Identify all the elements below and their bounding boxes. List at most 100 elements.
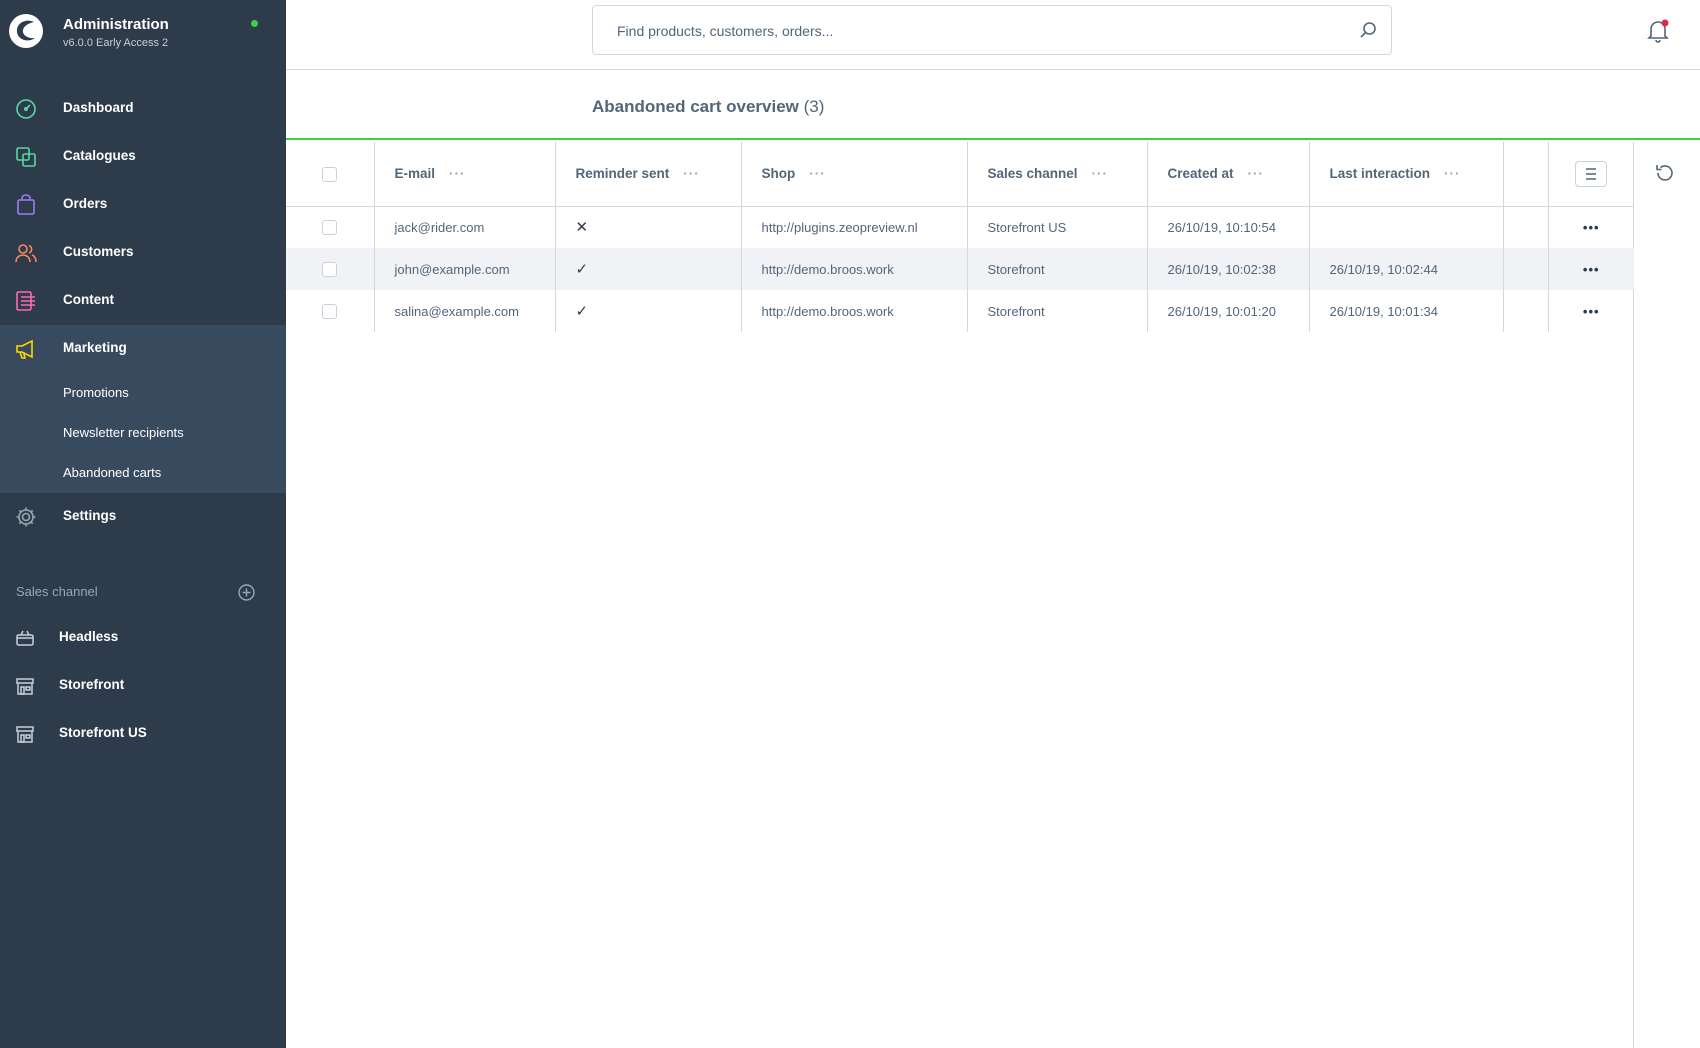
sales-channel-storefront[interactable]: Storefront bbox=[0, 664, 286, 708]
dashboard-icon bbox=[16, 99, 36, 119]
cell-last-interaction: 26/10/19, 10:01:34 bbox=[1309, 290, 1504, 332]
nav-orders-label: Orders bbox=[63, 196, 108, 211]
row-actions-icon[interactable]: ••• bbox=[1583, 220, 1600, 235]
column-created-menu-icon[interactable]: ··· bbox=[1248, 166, 1265, 181]
column-last-menu-icon[interactable]: ··· bbox=[1444, 166, 1461, 181]
cell-shop: http://demo.broos.work bbox=[741, 290, 968, 332]
sales-channel-heading: Sales channel bbox=[16, 584, 98, 599]
column-reminder-label: Reminder sent bbox=[575, 166, 670, 182]
row-actions-icon[interactable]: ••• bbox=[1583, 304, 1600, 319]
table-header-row: E-mail ··· Reminder sent ··· Shop ··· Sales… bbox=[286, 142, 1634, 207]
cell-spacer bbox=[1503, 248, 1549, 290]
cell-shop: http://demo.broos.work bbox=[741, 248, 968, 290]
users-icon bbox=[15, 244, 37, 263]
cell-shop: http://plugins.zeopreview.nl bbox=[741, 206, 968, 248]
page-title-text: Abandoned cart overview bbox=[592, 97, 799, 116]
gear-icon bbox=[16, 507, 36, 527]
content-icon bbox=[16, 291, 35, 311]
app-title: Administration bbox=[63, 16, 169, 33]
row-checkbox[interactable] bbox=[322, 262, 338, 278]
table-row[interactable]: john@example.com ✓ http://demo.broos.wor… bbox=[286, 248, 1634, 290]
nav-catalogues-label: Catalogues bbox=[63, 148, 136, 163]
megaphone-icon bbox=[16, 339, 33, 359]
row-checkbox[interactable] bbox=[322, 304, 338, 320]
global-search bbox=[592, 5, 1392, 55]
add-sales-channel-icon[interactable] bbox=[238, 584, 255, 601]
nav-content[interactable]: Content bbox=[0, 277, 286, 325]
column-header-last-interaction[interactable]: Last interaction ··· bbox=[1309, 142, 1504, 207]
column-header-reminder-sent[interactable]: Reminder sent ··· bbox=[555, 142, 742, 207]
cell-created-at: 26/10/19, 10:01:20 bbox=[1147, 290, 1310, 332]
cell-created-at: 26/10/19, 10:02:38 bbox=[1147, 248, 1310, 290]
cell-sales-channel: Storefront bbox=[967, 290, 1148, 332]
column-email-label: E-mail bbox=[394, 166, 436, 182]
column-header-sales-channel[interactable]: Sales channel ··· bbox=[967, 142, 1148, 207]
cell-email[interactable]: salina@example.com bbox=[374, 290, 556, 332]
shopware-logo-icon[interactable] bbox=[8, 13, 44, 49]
nav-catalogues[interactable]: Catalogues bbox=[0, 133, 286, 181]
cell-reminder-yes-icon: ✓ bbox=[555, 290, 742, 332]
nav-dashboard-label: Dashboard bbox=[63, 100, 134, 115]
online-status-dot bbox=[251, 20, 258, 27]
cell-reminder-yes-icon: ✓ bbox=[555, 248, 742, 290]
nav-marketing[interactable]: Marketing bbox=[0, 325, 286, 373]
column-header-email[interactable]: E-mail ··· bbox=[374, 142, 556, 207]
nav-marketing-label: Marketing bbox=[63, 340, 127, 355]
column-settings-cell bbox=[1548, 142, 1634, 207]
search-icon[interactable] bbox=[1359, 21, 1377, 39]
nav-dashboard[interactable]: Dashboard bbox=[0, 85, 286, 133]
nav-customers-label: Customers bbox=[63, 244, 134, 259]
nav-settings-label: Settings bbox=[63, 508, 117, 523]
hamburger-icon bbox=[1586, 167, 1597, 180]
cell-email[interactable]: jack@rider.com bbox=[374, 206, 556, 248]
cell-reminder-no-icon: ✕ bbox=[555, 206, 742, 248]
column-reminder-menu-icon[interactable]: ··· bbox=[683, 166, 700, 181]
sales-channel-storefront-us-label: Storefront US bbox=[59, 725, 147, 740]
column-header-shop[interactable]: Shop ··· bbox=[741, 142, 968, 207]
page-title: Abandoned cart overview (3) bbox=[592, 97, 824, 117]
select-all-checkbox[interactable] bbox=[322, 166, 338, 182]
select-all-cell bbox=[286, 142, 375, 207]
column-header-created-at[interactable]: Created at ··· bbox=[1147, 142, 1310, 207]
table-row[interactable]: jack@rider.com ✕ http://plugins.zeoprevi… bbox=[286, 206, 1634, 248]
column-channel-menu-icon[interactable]: ··· bbox=[1092, 166, 1109, 181]
nav-promotions[interactable]: Promotions bbox=[63, 385, 129, 400]
column-settings-button[interactable] bbox=[1575, 160, 1608, 187]
storefront-icon bbox=[16, 726, 34, 743]
top-bar bbox=[286, 0, 1700, 70]
cell-sales-channel: Storefront bbox=[967, 248, 1148, 290]
column-created-label: Created at bbox=[1167, 166, 1234, 182]
row-checkbox[interactable] bbox=[322, 220, 338, 236]
storefront-icon bbox=[16, 678, 34, 695]
search-input[interactable] bbox=[617, 20, 1337, 42]
table-row[interactable]: salina@example.com ✓ http://demo.broos.w… bbox=[286, 290, 1634, 332]
column-last-label: Last interaction bbox=[1329, 166, 1431, 182]
cell-email[interactable]: john@example.com bbox=[374, 248, 556, 290]
sidebar: Administration v6.0.0 Early Access 2 Das… bbox=[0, 0, 286, 1048]
cell-spacer bbox=[1503, 290, 1549, 332]
row-actions-cell: ••• bbox=[1548, 248, 1634, 290]
catalogue-icon bbox=[16, 147, 36, 167]
column-header-spacer bbox=[1503, 142, 1549, 207]
nav-newsletter-recipients[interactable]: Newsletter recipients bbox=[63, 425, 184, 440]
data-table: E-mail ··· Reminder sent ··· Shop ··· Sales… bbox=[286, 142, 1634, 332]
sales-channel-storefront-label: Storefront bbox=[59, 677, 125, 692]
sales-channel-headless-label: Headless bbox=[59, 629, 119, 644]
cell-sales-channel: Storefront US bbox=[967, 206, 1148, 248]
brand: Administration v6.0.0 Early Access 2 bbox=[0, 0, 286, 70]
nav-orders[interactable]: Orders bbox=[0, 181, 286, 229]
column-shop-label: Shop bbox=[761, 166, 796, 182]
nav-settings[interactable]: Settings bbox=[0, 493, 286, 541]
reload-icon[interactable] bbox=[1654, 162, 1676, 184]
row-actions-icon[interactable]: ••• bbox=[1583, 262, 1600, 277]
cell-spacer bbox=[1503, 206, 1549, 248]
nav-abandoned-carts[interactable]: Abandoned carts bbox=[63, 465, 161, 480]
sales-channel-headless[interactable]: Headless bbox=[0, 616, 286, 660]
cell-last-interaction bbox=[1309, 206, 1504, 248]
sales-channel-storefront-us[interactable]: Storefront US bbox=[0, 712, 286, 756]
row-actions-cell: ••• bbox=[1548, 290, 1634, 332]
column-email-menu-icon[interactable]: ··· bbox=[449, 166, 466, 181]
nav-customers[interactable]: Customers bbox=[0, 229, 286, 277]
column-shop-menu-icon[interactable]: ··· bbox=[809, 166, 826, 181]
notification-bell-icon[interactable] bbox=[1646, 18, 1670, 44]
